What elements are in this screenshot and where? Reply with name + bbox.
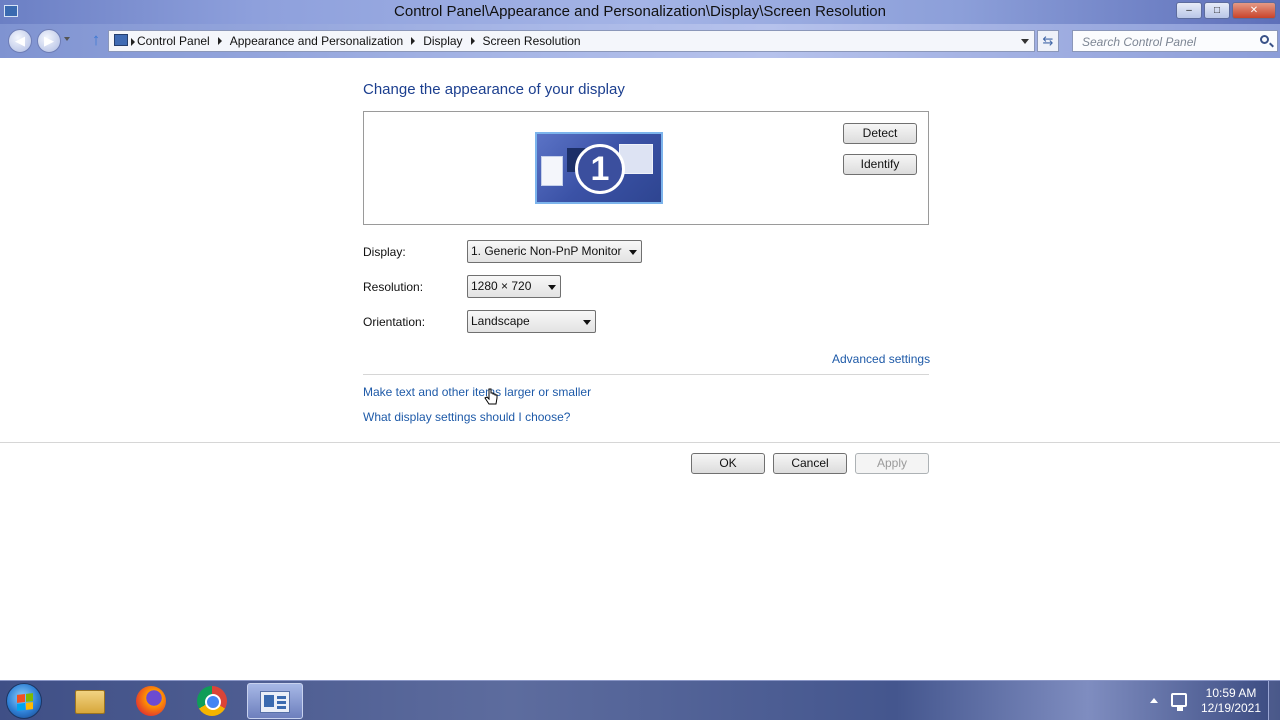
window-controls: – □ ✕ xyxy=(1176,2,1276,19)
chevron-right-icon[interactable] xyxy=(217,37,222,45)
chevron-down-icon xyxy=(548,285,556,290)
search-placeholder: Search Control Panel xyxy=(1082,35,1197,49)
monitor-1-thumbnail[interactable]: 1 xyxy=(535,132,663,204)
apply-button[interactable]: Apply xyxy=(855,453,929,474)
address-bar: ◀ ▶ ↑ Control Panel Appearance and Perso… xyxy=(0,24,1280,58)
recent-pages-dropdown[interactable] xyxy=(64,37,70,41)
arrow-left-icon: ◀ xyxy=(15,33,25,48)
resolution-value: 1280 × 720 xyxy=(471,279,532,293)
maximize-button[interactable]: □ xyxy=(1204,2,1230,19)
taskbar-explorer[interactable] xyxy=(62,683,118,719)
control-panel-icon xyxy=(260,691,290,713)
cancel-button[interactable]: Cancel xyxy=(773,453,847,474)
windows-logo-icon xyxy=(17,693,33,711)
hand-cursor-icon xyxy=(484,388,498,405)
chevron-down-icon xyxy=(583,320,591,325)
display-help-link[interactable]: What display settings should I choose? xyxy=(363,410,570,424)
clock-time: 10:59 AM xyxy=(1205,686,1257,700)
windows-explorer-icon xyxy=(75,690,105,714)
monitor-number: 1 xyxy=(575,144,625,194)
arrow-right-icon: ▶ xyxy=(44,33,54,48)
chevron-right-icon[interactable] xyxy=(131,38,135,46)
breadcrumb-appearance[interactable]: Appearance and Personalization xyxy=(230,34,403,48)
chevron-down-icon[interactable] xyxy=(1021,39,1029,44)
refresh-button[interactable]: ⇆ xyxy=(1037,30,1059,52)
taskbar: 10:59 AM 12/19/2021 xyxy=(0,680,1280,720)
resolution-label: Resolution: xyxy=(363,280,424,294)
clock-date: 12/19/2021 xyxy=(1200,701,1262,715)
show-desktop-button[interactable] xyxy=(1268,681,1280,720)
monitor-arrangement-panel: 1 Detect Identify xyxy=(363,111,929,225)
minimize-button[interactable]: – xyxy=(1176,2,1202,19)
advanced-settings-link[interactable]: Advanced settings xyxy=(832,352,930,366)
network-icon[interactable] xyxy=(1171,693,1187,711)
resolution-select[interactable]: 1280 × 720 xyxy=(467,275,561,298)
firefox-icon[interactable] xyxy=(136,686,166,716)
divider xyxy=(363,374,929,375)
forward-button[interactable]: ▶ xyxy=(37,29,61,53)
title-bar: Control Panel\Appearance and Personaliza… xyxy=(0,0,1280,24)
chevron-down-icon xyxy=(629,250,637,255)
display-value: 1. Generic Non-PnP Monitor xyxy=(471,244,622,258)
window-title: Control Panel\Appearance and Personaliza… xyxy=(394,3,886,20)
chrome-icon[interactable] xyxy=(197,686,227,716)
search-input[interactable]: Search Control Panel xyxy=(1072,30,1278,52)
divider xyxy=(0,442,1280,443)
up-arrow-icon[interactable]: ↑ xyxy=(88,31,104,51)
window-thumbnail xyxy=(541,156,563,186)
taskbar-control-panel[interactable] xyxy=(247,683,303,719)
main-content: Change the appearance of your display 1 … xyxy=(0,58,1280,680)
start-button[interactable] xyxy=(6,683,42,719)
orientation-select[interactable]: Landscape xyxy=(467,310,596,333)
display-label: Display: xyxy=(363,245,406,259)
identify-button[interactable]: Identify xyxy=(843,154,917,175)
page-title: Change the appearance of your display xyxy=(363,81,625,98)
back-button[interactable]: ◀ xyxy=(8,29,32,53)
chevron-right-icon[interactable] xyxy=(470,37,475,45)
breadcrumb[interactable]: Control Panel Appearance and Personaliza… xyxy=(108,30,1035,52)
orientation-label: Orientation: xyxy=(363,315,426,329)
breadcrumb-screen-resolution[interactable]: Screen Resolution xyxy=(483,34,581,48)
orientation-value: Landscape xyxy=(471,314,530,328)
refresh-icon: ⇆ xyxy=(1042,33,1054,48)
control-panel-icon xyxy=(114,34,128,46)
text-size-link[interactable]: Make text and other items larger or smal… xyxy=(363,385,591,399)
close-button[interactable]: ✕ xyxy=(1232,2,1276,19)
breadcrumb-control-panel[interactable]: Control Panel xyxy=(137,34,210,48)
chevron-right-icon[interactable] xyxy=(411,37,416,45)
display-select[interactable]: 1. Generic Non-PnP Monitor xyxy=(467,240,642,263)
clock[interactable]: 10:59 AM 12/19/2021 xyxy=(1196,686,1266,716)
search-icon[interactable] xyxy=(1260,35,1269,44)
show-hidden-icons-icon[interactable] xyxy=(1150,698,1158,703)
breadcrumb-display[interactable]: Display xyxy=(423,34,462,48)
ok-button[interactable]: OK xyxy=(691,453,765,474)
detect-button[interactable]: Detect xyxy=(843,123,917,144)
breadcrumb-items: Control Panel Appearance and Personaliza… xyxy=(137,34,581,48)
